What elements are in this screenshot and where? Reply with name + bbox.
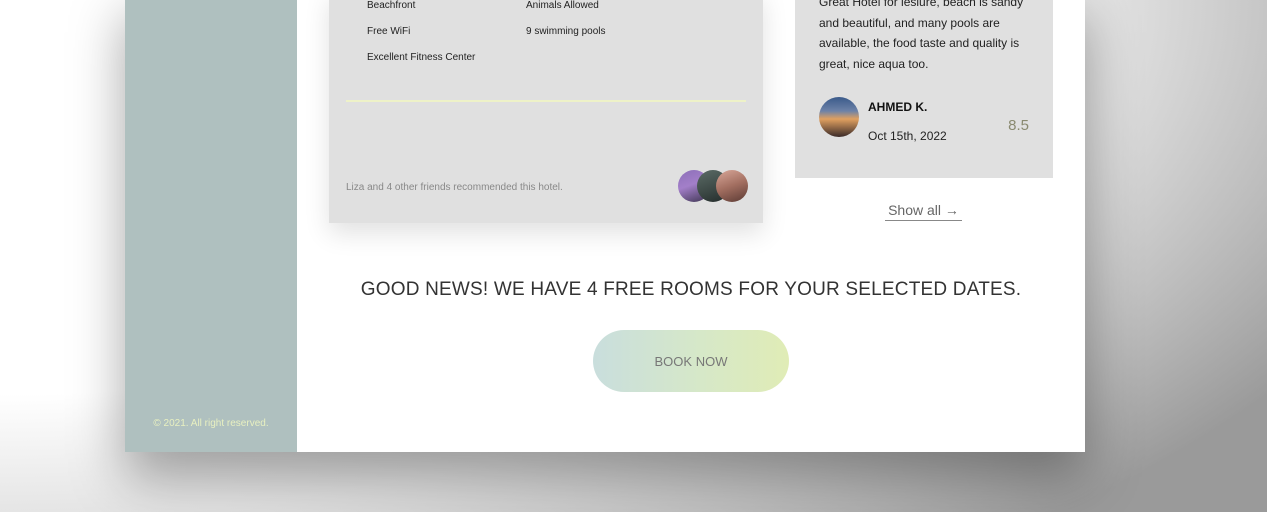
- amenity-item: Free WiFi: [367, 26, 411, 37]
- amenity-item: Animals Allowed: [526, 0, 599, 11]
- hotel-amenities-card: Beachfront Free WiFi Excellent Fitness C…: [329, 0, 763, 223]
- amenity-item: Excellent Fitness Center: [367, 52, 476, 63]
- review-card: Great Hotel for lesiure, beach is sandy …: [795, 0, 1053, 178]
- amenity-item: Beachfront: [367, 0, 416, 11]
- card-divider: [346, 100, 746, 102]
- reviewer-avatar: [819, 97, 859, 137]
- review-text: Great Hotel for lesiure, beach is sandy …: [819, 0, 1024, 71]
- availability-message: GOOD NEWS! WE HAVE 4 FREE ROOMS FOR YOUR…: [360, 279, 1022, 300]
- amenity-item: 9 swimming pools: [526, 26, 606, 37]
- sidebar: © 2021. All right reserved.: [125, 0, 297, 452]
- review-date: Oct 15th, 2022: [868, 129, 947, 143]
- friend-avatar[interactable]: [716, 170, 748, 202]
- friends-avatar-group[interactable]: [678, 170, 748, 202]
- reviewer-name: AHMED K.: [868, 100, 928, 114]
- friends-recommendation-text: Liza and 4 other friends recommended thi…: [346, 182, 563, 193]
- review-score: 8.5: [1008, 117, 1029, 134]
- main-window: © 2021. All right reserved. Beachfront F…: [125, 0, 1085, 452]
- copyright-text: © 2021. All right reserved.: [153, 418, 269, 429]
- book-now-button[interactable]: BOOK NOW: [593, 330, 789, 392]
- show-all-link[interactable]: Show all →: [885, 202, 962, 221]
